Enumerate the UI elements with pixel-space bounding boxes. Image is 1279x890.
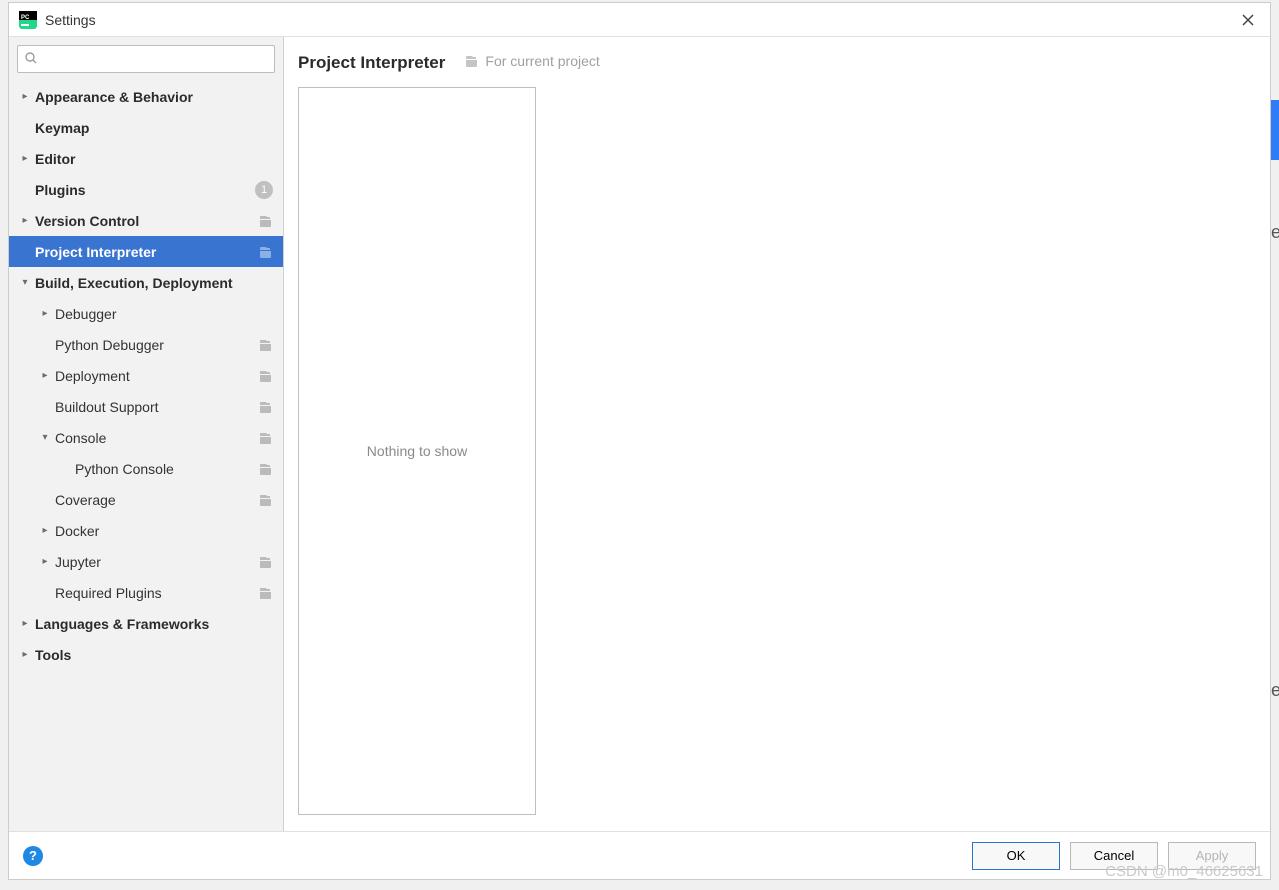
sidebar-item-label: Buildout Support: [55, 399, 257, 415]
chevron-right-icon: ▸: [15, 153, 35, 164]
bg-letter: e: [1271, 222, 1279, 243]
help-button[interactable]: ?: [23, 846, 43, 866]
close-button[interactable]: [1236, 8, 1260, 32]
window-title: Settings: [45, 12, 96, 28]
chevron-down-icon: ▾: [35, 432, 55, 443]
search-field-container: [17, 45, 275, 73]
sidebar-item-label: Languages & Frameworks: [35, 616, 283, 632]
sidebar-item-label: Python Debugger: [55, 337, 257, 353]
sidebar-item-required-plugins[interactable]: ▸Required Plugins: [9, 577, 283, 608]
sidebar-item-python-console[interactable]: ▸Python Console: [9, 453, 283, 484]
app-icon: PC: [19, 11, 37, 29]
sidebar-item-label: Console: [55, 430, 257, 446]
sidebar-item-keymap[interactable]: ▸Keymap: [9, 112, 283, 143]
chevron-right-icon: ▸: [35, 370, 55, 381]
settings-sidebar: ▸Appearance & Behavior▸Keymap▸Editor▸Plu…: [9, 37, 284, 831]
sidebar-item-label: Deployment: [55, 368, 257, 384]
dialog-footer: ? OK Cancel Apply: [9, 831, 1270, 879]
close-icon: [1241, 13, 1255, 27]
scope-label: For current project: [485, 53, 599, 69]
bg-letter: e: [1271, 680, 1279, 701]
sidebar-item-console[interactable]: ▾Console: [9, 422, 283, 453]
sidebar-item-buildout-support[interactable]: ▸Buildout Support: [9, 391, 283, 422]
sidebar-item-label: Editor: [35, 151, 283, 167]
chevron-right-icon: ▸: [15, 91, 35, 102]
sidebar-item-label: Jupyter: [55, 554, 257, 570]
search-wrap: [9, 43, 283, 81]
help-icon: ?: [29, 848, 37, 863]
titlebar: PC Settings: [9, 3, 1270, 37]
svg-text:PC: PC: [21, 15, 30, 21]
sidebar-item-label: Tools: [35, 647, 283, 663]
chevron-right-icon: ▸: [15, 649, 35, 660]
sidebar-item-plugins[interactable]: ▸Plugins1: [9, 174, 283, 205]
sidebar-item-label: Project Interpreter: [35, 244, 257, 260]
page-title: Project Interpreter: [298, 53, 445, 73]
search-icon: [24, 51, 38, 68]
sidebar-item-label: Debugger: [55, 306, 283, 322]
settings-tree: ▸Appearance & Behavior▸Keymap▸Editor▸Plu…: [9, 81, 283, 831]
sidebar-item-label: Coverage: [55, 492, 257, 508]
chevron-right-icon: ▸: [15, 618, 35, 629]
main-header: Project Interpreter For current project: [298, 53, 1254, 73]
chevron-right-icon: ▸: [35, 308, 55, 319]
dialog-body: ▸Appearance & Behavior▸Keymap▸Editor▸Plu…: [9, 37, 1270, 831]
cancel-button[interactable]: Cancel: [1070, 842, 1158, 870]
project-scope-icon: [257, 244, 273, 260]
badge-count: 1: [255, 181, 273, 199]
chevron-right-icon: ▸: [35, 556, 55, 567]
project-scope-icon: [257, 368, 273, 384]
sidebar-item-python-debugger[interactable]: ▸Python Debugger: [9, 329, 283, 360]
sidebar-item-label: Version Control: [35, 213, 257, 229]
sidebar-item-build-execution-deployment[interactable]: ▾Build, Execution, Deployment: [9, 267, 283, 298]
sidebar-item-docker[interactable]: ▸Docker: [9, 515, 283, 546]
project-scope-icon: [463, 53, 479, 69]
sidebar-item-appearance-behavior[interactable]: ▸Appearance & Behavior: [9, 81, 283, 112]
sidebar-item-editor[interactable]: ▸Editor: [9, 143, 283, 174]
apply-button[interactable]: Apply: [1168, 842, 1256, 870]
scope-indicator: For current project: [463, 53, 599, 69]
ok-button[interactable]: OK: [972, 842, 1060, 870]
sidebar-item-jupyter[interactable]: ▸Jupyter: [9, 546, 283, 577]
sidebar-item-label: Keymap: [35, 120, 283, 136]
sidebar-item-label: Plugins: [35, 182, 255, 198]
sidebar-item-languages-frameworks[interactable]: ▸Languages & Frameworks: [9, 608, 283, 639]
sidebar-item-label: Appearance & Behavior: [35, 89, 283, 105]
main-panel: Project Interpreter For current project …: [284, 37, 1270, 831]
sidebar-item-label: Build, Execution, Deployment: [35, 275, 283, 291]
sidebar-item-coverage[interactable]: ▸Coverage: [9, 484, 283, 515]
empty-text: Nothing to show: [367, 443, 467, 459]
sidebar-item-label: Python Console: [75, 461, 257, 477]
search-input[interactable]: [38, 52, 274, 67]
chevron-right-icon: ▸: [35, 525, 55, 536]
settings-dialog: PC Settings: [8, 2, 1271, 880]
sidebar-item-label: Required Plugins: [55, 585, 257, 601]
sidebar-item-version-control[interactable]: ▸Version Control: [9, 205, 283, 236]
project-scope-icon: [257, 430, 273, 446]
project-scope-icon: [257, 554, 273, 570]
chevron-right-icon: ▸: [15, 215, 35, 226]
sidebar-item-deployment[interactable]: ▸Deployment: [9, 360, 283, 391]
project-scope-icon: [257, 213, 273, 229]
project-scope-icon: [257, 337, 273, 353]
project-scope-icon: [257, 585, 273, 601]
sidebar-item-project-interpreter[interactable]: ▸Project Interpreter: [9, 236, 283, 267]
project-scope-icon: [257, 461, 273, 477]
sidebar-item-debugger[interactable]: ▸Debugger: [9, 298, 283, 329]
chevron-down-icon: ▾: [15, 277, 35, 288]
sidebar-item-tools[interactable]: ▸Tools: [9, 639, 283, 670]
sidebar-item-label: Docker: [55, 523, 283, 539]
interpreter-content-box: Nothing to show: [298, 87, 536, 815]
project-scope-icon: [257, 399, 273, 415]
project-scope-icon: [257, 492, 273, 508]
